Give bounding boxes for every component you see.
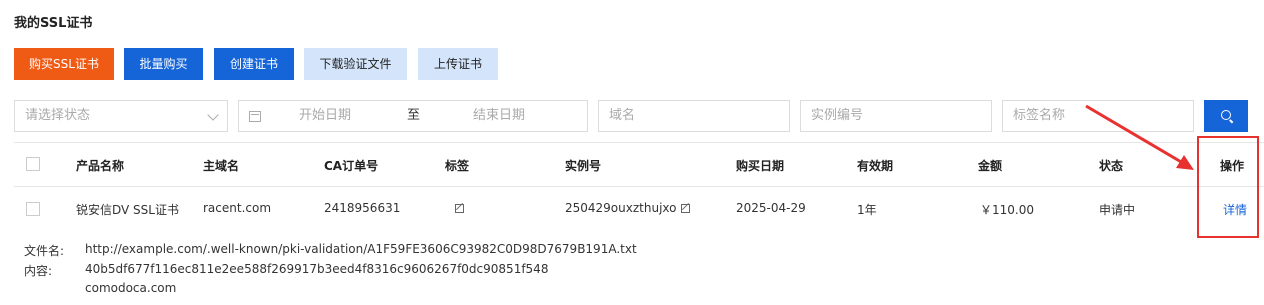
status-select[interactable]: 请选择状态: [14, 100, 228, 132]
cell-status: 申请中: [1099, 203, 1136, 217]
col-tag: 标签: [445, 159, 470, 173]
domain-input-placeholder: 域名: [609, 108, 636, 123]
table-header-border: [14, 186, 1264, 187]
create-cert-button[interactable]: 创建证书: [214, 48, 294, 80]
annotation-arrow-icon: [1085, 104, 1194, 170]
chevron-down-icon: [207, 109, 219, 121]
file-name-value: http://example.com/.well-known/pki-valid…: [85, 242, 637, 256]
download-verify-file-button[interactable]: 下载验证文件: [304, 48, 407, 80]
page-title: 我的SSL证书: [14, 16, 93, 31]
date-range-separator: 至: [407, 108, 421, 123]
col-ca-order: CA订单号: [324, 159, 379, 173]
bulk-buy-button[interactable]: 批量购买: [124, 48, 203, 80]
status-select-placeholder: 请选择状态: [25, 108, 91, 123]
cell-amount: ￥110.00: [980, 203, 1034, 217]
search-button[interactable]: [1204, 100, 1248, 132]
select-all-checkbox[interactable]: [26, 157, 40, 171]
edit-tag-icon[interactable]: [455, 202, 464, 216]
table-top-border: [14, 142, 1264, 143]
col-domain: 主域名: [203, 159, 240, 173]
content-label: 内容:: [24, 264, 53, 278]
cell-purchase-date: 2025-04-29: [736, 201, 806, 215]
search-icon: [1221, 110, 1231, 120]
end-date-input[interactable]: 结束日期: [473, 101, 525, 131]
annotation-highlight-box: [1197, 136, 1259, 238]
content-value-line1: 40b5df677f116ec811e2ee588f269917b3eed4f8…: [85, 262, 549, 276]
col-amount: 金额: [978, 159, 1003, 173]
content-value-line2: comodoca.com: [85, 281, 177, 295]
col-product-name: 产品名称: [76, 159, 125, 173]
instance-number-input[interactable]: 实例编号: [800, 100, 992, 132]
date-range-picker[interactable]: 开始日期 至 结束日期: [238, 100, 588, 132]
col-instance: 实例号: [565, 159, 602, 173]
cell-ca-order: 2418956631: [324, 201, 401, 215]
cell-domain: racent.com: [203, 201, 272, 215]
edit-instance-icon[interactable]: [681, 202, 690, 216]
cell-product: 锐安信DV SSL证书: [76, 203, 179, 217]
cell-validity: 1年: [857, 203, 877, 217]
upload-cert-button[interactable]: 上传证书: [418, 48, 498, 80]
calendar-icon: [249, 111, 261, 122]
col-purchase-date: 购买日期: [736, 159, 785, 173]
instance-input-placeholder: 实例编号: [811, 108, 864, 123]
cell-instance: 250429ouxzthujxo: [565, 201, 677, 215]
tag-input-placeholder: 标签名称: [1013, 108, 1066, 123]
row-checkbox[interactable]: [26, 202, 40, 216]
file-name-label: 文件名:: [24, 244, 65, 258]
start-date-input[interactable]: 开始日期: [299, 101, 351, 131]
col-validity: 有效期: [857, 159, 894, 173]
domain-input[interactable]: 域名: [598, 100, 790, 132]
buy-ssl-button[interactable]: 购买SSL证书: [14, 48, 114, 80]
